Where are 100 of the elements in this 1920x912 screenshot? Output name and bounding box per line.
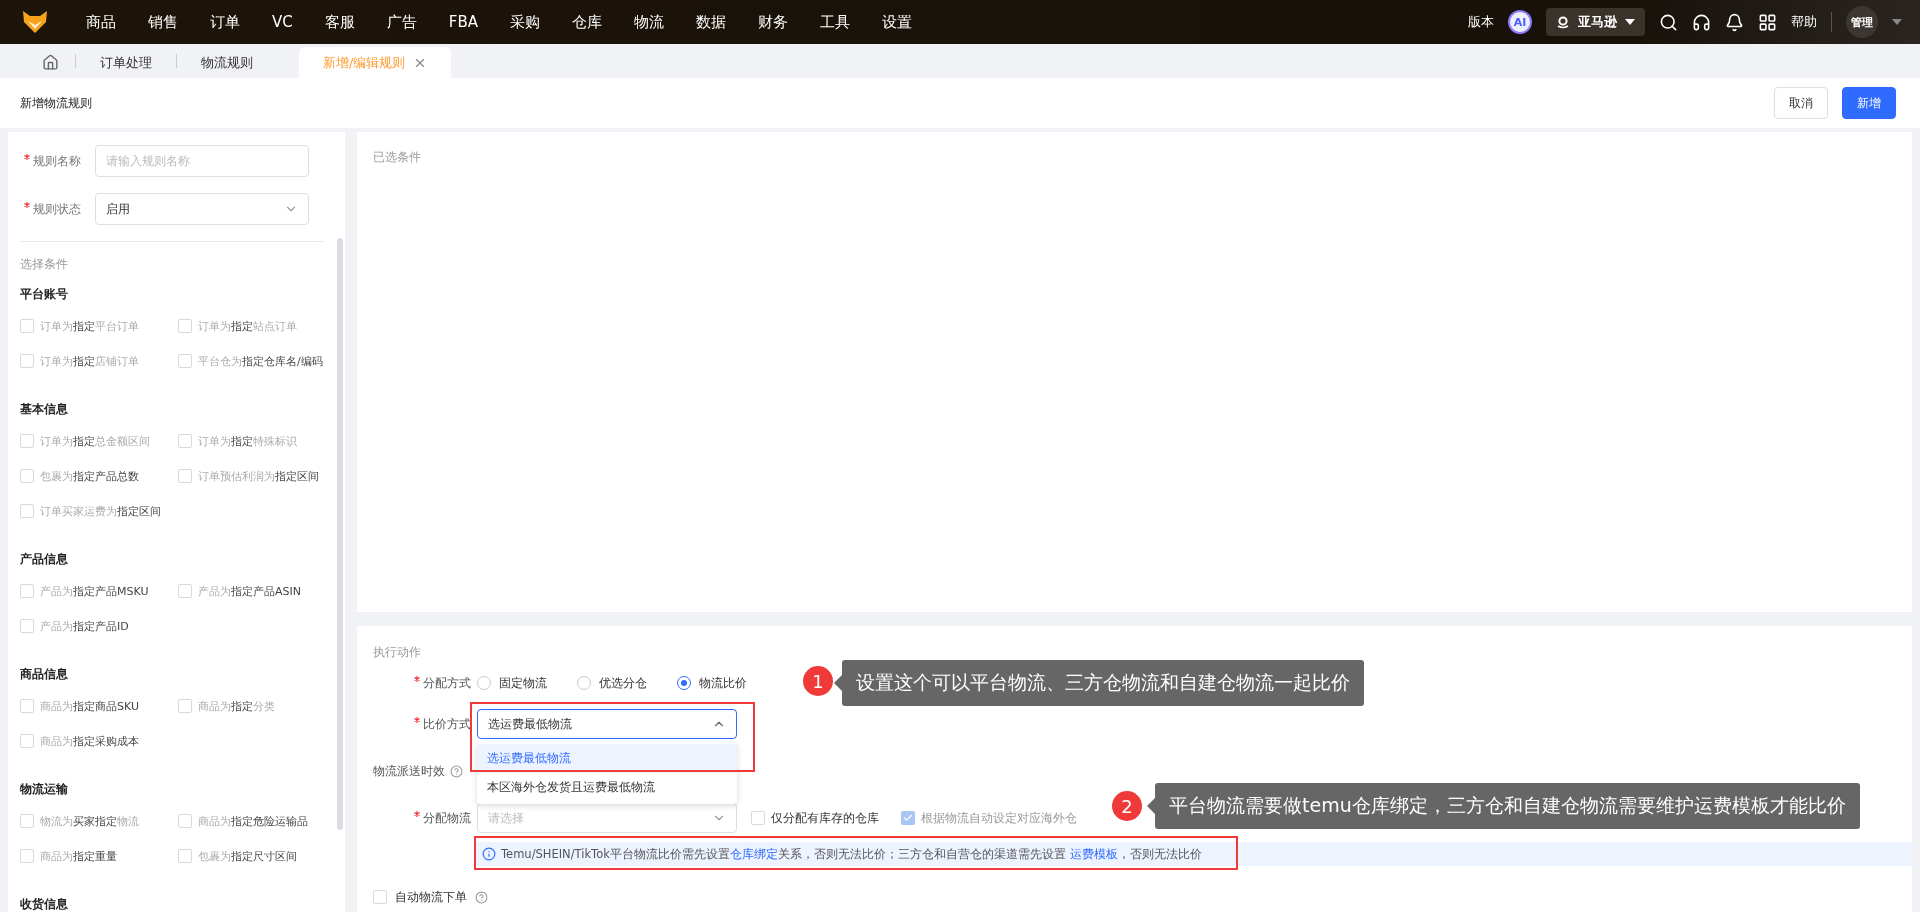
required-mark-icon [414, 675, 420, 682]
group-title: 产品信息 [20, 551, 69, 567]
checkbox[interactable] [178, 814, 192, 828]
nav-menu-item[interactable]: 客服 [308, 0, 371, 44]
checkbox[interactable] [20, 699, 34, 713]
section-hint: 执行动作 [373, 645, 421, 659]
checkbox[interactable] [20, 734, 34, 748]
checkbox[interactable] [373, 890, 387, 904]
check-icon [903, 813, 913, 823]
group-title: 物流运输 [20, 781, 69, 797]
search-icon[interactable] [1659, 12, 1678, 32]
help-link[interactable]: 帮助 [1791, 13, 1817, 31]
field-label: 分配物流 [373, 809, 477, 827]
help-icon[interactable] [450, 764, 463, 778]
notice-text: Temu/SHEIN/TikTok平台物流比价需先设置仓库绑定关系，否则无法比价；三方仓和自营仓的渠道需先设置 运费模板，否则无法比价 [501, 846, 1202, 862]
condition-label: 包裹为指定产品总数 [40, 468, 139, 484]
checkbox[interactable] [751, 811, 765, 825]
checkbox-label: 根据物流自动设定对应海外仓 [921, 809, 1077, 827]
apps-grid-icon[interactable] [1758, 12, 1777, 32]
page-tab[interactable]: 物流规则 [177, 47, 277, 78]
required-mark-icon [24, 201, 30, 208]
link[interactable]: 仓库绑定 [729, 846, 778, 861]
user-avatar[interactable]: 管理 [1846, 6, 1878, 38]
condition-label: 订单为指定站点订单 [198, 318, 297, 334]
section-hint: 选择条件 [20, 256, 69, 273]
nav-menu-item[interactable]: 设置 [865, 0, 928, 44]
condition-label: 产品为指定产品ID [40, 618, 129, 634]
nav-menu-item[interactable]: 商品 [70, 0, 132, 44]
page-tab[interactable]: 订单处理 [76, 47, 176, 78]
checkbox[interactable] [178, 699, 192, 713]
condition-label: 平台仓为指定仓库名/编码 [198, 353, 323, 369]
checkbox[interactable] [20, 814, 34, 828]
checkbox[interactable] [20, 434, 34, 448]
condition-label: 订单为指定店铺订单 [40, 353, 139, 369]
version-label[interactable]: 版本 [1468, 13, 1494, 31]
group-title: 基本信息 [20, 401, 69, 417]
nav-menu-item[interactable]: 仓库 [555, 0, 618, 44]
checkbox[interactable] [178, 354, 192, 368]
condition-label: 产品为指定产品ASIN [198, 583, 301, 599]
condition-label: 订单为指定平台订单 [40, 318, 139, 334]
cancel-button[interactable]: 取消 [1774, 87, 1828, 119]
checkbox[interactable] [20, 584, 34, 598]
group-title: 收货信息 [20, 896, 69, 912]
field-label: 规则名称 [20, 152, 95, 170]
help-icon[interactable] [475, 890, 488, 904]
store-selector[interactable]: 亚马逊 [1546, 8, 1645, 36]
caret-icon [1892, 19, 1902, 25]
condition-label: 商品为指定重量 [40, 848, 117, 864]
ai-badge[interactable]: AI [1508, 10, 1532, 34]
nav-menu-item[interactable]: VC [256, 0, 309, 44]
checkbox[interactable] [20, 469, 34, 483]
scrollbar-thumb[interactable] [337, 238, 343, 830]
condition-label: 商品为指定采购成本 [40, 733, 139, 749]
checkbox-label: 自动物流下单 [395, 888, 467, 906]
nav-menu-item[interactable]: 物流 [617, 0, 680, 44]
field-label: 分配方式 [373, 674, 477, 692]
link[interactable]: 运费模板 [1069, 846, 1118, 861]
checkbox[interactable] [20, 319, 34, 333]
nav-menu-item[interactable]: FBA [432, 0, 494, 44]
condition-label: 订单为指定总金额区间 [40, 433, 150, 449]
submit-button[interactable]: 新增 [1842, 87, 1896, 119]
status-select[interactable]: 启用 [95, 193, 309, 225]
field-label: 物流派送时效 [373, 762, 445, 780]
checkbox[interactable] [178, 849, 192, 863]
dropdown-option[interactable]: 本区海外仓发货且运费最低物流 [477, 773, 737, 802]
nav-menu-item[interactable]: 采购 [493, 0, 556, 44]
checkbox[interactable] [178, 584, 192, 598]
nav-menu-item[interactable]: 数据 [679, 0, 742, 44]
checkbox[interactable] [20, 354, 34, 368]
nav-menu-item[interactable]: 订单 [194, 0, 256, 44]
dropdown-option[interactable]: 选运费最低物流 [477, 744, 737, 773]
checkbox[interactable] [178, 319, 192, 333]
checkbox[interactable] [178, 434, 192, 448]
info-icon [482, 847, 496, 861]
checkbox[interactable] [20, 504, 34, 518]
caret-icon [1625, 19, 1635, 25]
rule-name-field[interactable]: 请输入规则名称 [95, 145, 309, 177]
nav-menu-item[interactable]: 财务 [741, 0, 804, 44]
nav-menu-item[interactable]: 广告 [370, 0, 433, 44]
nav-menu-item[interactable]: 销售 [132, 0, 194, 44]
condition-label: 商品为指定分类 [198, 698, 275, 714]
checkbox[interactable] [20, 619, 34, 633]
step-number-badge: 2 [1112, 791, 1142, 821]
bell-icon[interactable] [1725, 12, 1744, 32]
checkbox-label: 仅分配有库存的仓库 [771, 809, 879, 827]
nav-menu-item[interactable]: 工具 [803, 0, 866, 44]
condition-label: 商品为指定商品SKU [40, 698, 139, 714]
group-title: 商品信息 [20, 666, 69, 682]
radio-label: 优选分仓 [599, 674, 647, 692]
checkbox[interactable] [178, 469, 192, 483]
field-label: 比价方式 [373, 715, 477, 733]
condition-label: 包裹为指定尺寸区间 [198, 848, 297, 864]
checkbox[interactable] [20, 849, 34, 863]
callout-note: 平台物流需要做temu仓库绑定，三方仓和自建仓物流需要维护运费模板才能比价 [1155, 783, 1860, 829]
group-title: 平台账号 [20, 286, 69, 302]
home-icon [42, 53, 59, 71]
callout-note: 设置这个可以平台物流、三方仓物流和自建仓物流一起比价 [842, 660, 1364, 706]
section-hint: 已选条件 [373, 150, 421, 164]
step-number-badge: 1 [803, 666, 833, 696]
headset-icon[interactable] [1692, 12, 1711, 32]
